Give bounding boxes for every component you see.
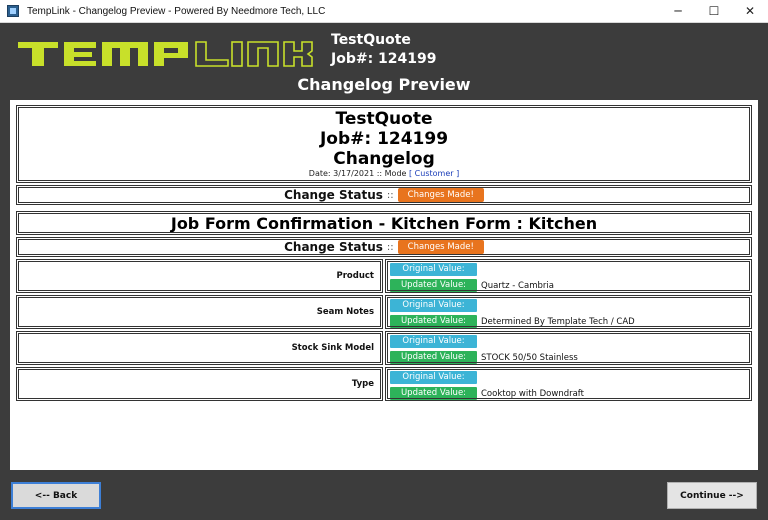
field-name: Stock Sink Model xyxy=(16,331,383,365)
field-name: Type xyxy=(16,367,383,401)
changelog-document: TestQuote Job#: 124199 Changelog Date: 3… xyxy=(16,105,752,403)
page-title: Changelog Preview xyxy=(297,75,471,94)
doc-quote-name: TestQuote xyxy=(335,109,433,129)
continue-button[interactable]: Continue --> xyxy=(667,482,757,509)
field-row: Type Original Value: Updated Value: Cooktop… xyxy=(16,367,752,401)
field-row: Stock Sink Model Original Value: Updated V… xyxy=(16,331,752,365)
field-list: Product Original Value: Updated Value: Quar… xyxy=(16,259,752,401)
updated-value-text: Determined By Template Tech / CAD xyxy=(481,316,635,327)
original-value-line: Original Value: xyxy=(390,298,747,313)
field-row: Seam Notes Original Value: Updated Value: D… xyxy=(16,295,752,329)
original-value-badge: Original Value: xyxy=(390,371,477,384)
overall-change-status: Change Status :: Changes Made! xyxy=(16,185,752,205)
field-values: Original Value: Updated Value: Quartz - Ca… xyxy=(385,259,752,293)
doc-meta: Date: 3/17/2021 :: Mode [ Customer ] xyxy=(17,169,751,179)
field-name: Seam Notes xyxy=(16,295,383,329)
form-status-sep: :: xyxy=(386,241,394,253)
header-quote-name: TestQuote xyxy=(331,32,411,48)
doc-mode: [ Customer ] xyxy=(409,169,460,178)
updated-value-line: Updated Value: Quartz - Cambria xyxy=(390,278,747,293)
field-name: Product xyxy=(16,259,383,293)
updated-value-badge: Updated Value: xyxy=(390,387,477,400)
close-button[interactable]: ✕ xyxy=(732,0,768,23)
updated-value-badge: Updated Value: xyxy=(390,315,477,328)
doc-heading: Changelog xyxy=(333,149,435,169)
form-title: Job Form Confirmation - Kitchen Form : K… xyxy=(16,211,752,235)
field-values: Original Value: Updated Value: STOCK 50/50… xyxy=(385,331,752,365)
original-value-badge: Original Value: xyxy=(390,335,477,348)
changelog-panel: TestQuote Job#: 124199 Changelog Date: 3… xyxy=(10,100,758,470)
updated-value-text: Cooktop with Downdraft xyxy=(481,388,584,399)
form-status-badge: Changes Made! xyxy=(397,240,484,254)
doc-job-number: Job#: 124199 xyxy=(319,129,449,149)
original-value-badge: Original Value: xyxy=(390,299,477,312)
change-status-sep: :: xyxy=(386,189,394,201)
original-value-line: Original Value: xyxy=(390,334,747,349)
updated-value-badge: Updated Value: xyxy=(390,279,477,292)
change-status-label: Change Status xyxy=(284,188,383,202)
field-row: Product Original Value: Updated Value: Quar… xyxy=(16,259,752,293)
document-header: TestQuote Job#: 124199 Changelog Date: 3… xyxy=(16,105,752,183)
templink-logo-graphic xyxy=(18,41,313,67)
original-value-line: Original Value: xyxy=(390,262,747,277)
title-bar: TempLink - Changelog Preview - Powered B… xyxy=(0,0,768,23)
minimize-button[interactable]: ─ xyxy=(660,0,696,23)
doc-date: Date: 3/17/2021 :: Mode xyxy=(308,169,407,178)
maximize-button[interactable]: ☐ xyxy=(696,0,732,23)
app-header: TestQuote Job#: 124199 xyxy=(0,23,768,75)
field-values: Original Value: Updated Value: Determined … xyxy=(385,295,752,329)
change-status-badge: Changes Made! xyxy=(397,188,484,202)
updated-value-badge: Updated Value: xyxy=(390,351,477,364)
window-title: TempLink - Changelog Preview - Powered B… xyxy=(27,5,326,17)
header-job-number: Job#: 124199 xyxy=(331,51,437,67)
updated-value-line: Updated Value: Determined By Template Tec… xyxy=(390,314,747,329)
form-status-label: Change Status xyxy=(284,240,383,254)
updated-value-line: Updated Value: STOCK 50/50 Stainless xyxy=(390,350,747,365)
original-value-line: Original Value: xyxy=(390,370,747,385)
updated-value-line: Updated Value: Cooktop with Downdraft xyxy=(390,386,747,401)
app-icon xyxy=(7,5,19,17)
original-value-badge: Original Value: xyxy=(390,263,477,276)
field-values: Original Value: Updated Value: Cooktop wit… xyxy=(385,367,752,401)
back-button[interactable]: <-- Back xyxy=(11,482,101,509)
updated-value-text: STOCK 50/50 Stainless xyxy=(481,352,578,363)
form-change-status: Change Status :: Changes Made! xyxy=(16,237,752,257)
templink-logo xyxy=(18,39,322,69)
updated-value-text: Quartz - Cambria xyxy=(481,280,554,291)
